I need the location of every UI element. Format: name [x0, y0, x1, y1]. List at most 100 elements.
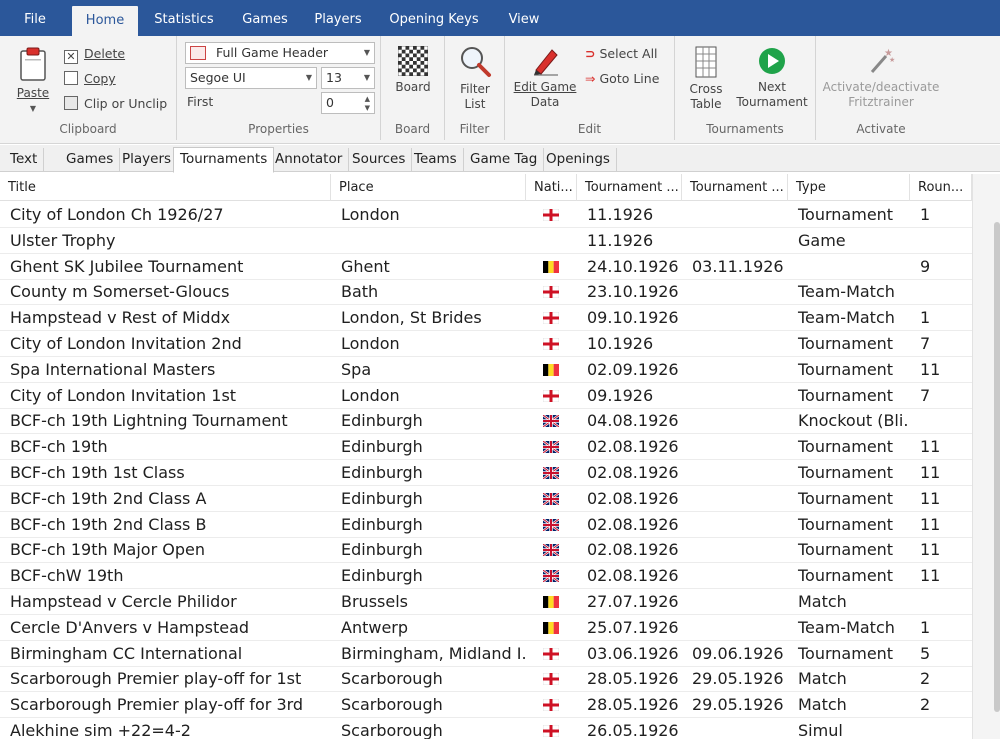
cell-tournament-start: 09.10.1926 — [587, 308, 679, 328]
tab-home[interactable]: Home — [72, 6, 138, 36]
cell-title: Spa International Masters — [10, 359, 216, 379]
cell-rounds: 11 — [920, 488, 941, 508]
table-row[interactable]: Spa International Masters Spa 02.09.1926 To… — [0, 357, 972, 383]
column-title[interactable]: Title — [0, 174, 331, 201]
font-select[interactable]: Segoe UI ▼ — [185, 67, 317, 89]
table-row[interactable]: Hampstead v Cercle Philidor Brussels 27.07… — [0, 589, 972, 615]
filter-list-button[interactable]: Filter List — [447, 44, 503, 112]
cell-title: BCF-chW 19th — [10, 566, 124, 586]
clip-button[interactable]: Clip or Unclip — [64, 94, 167, 114]
table-row[interactable]: BCF-ch 19th 2nd Class A Edinburgh 02.08.19… — [0, 486, 972, 512]
cell-rounds: 2 — [920, 669, 931, 689]
tab-tournaments[interactable]: Tournaments — [173, 147, 275, 173]
tab-games-list[interactable]: Games — [60, 148, 121, 172]
tab-openings[interactable]: Openings — [540, 148, 617, 172]
cell-tournament-end — [682, 718, 788, 739]
tab-game-tag[interactable]: Game Tag — [464, 148, 545, 172]
cell-type: Tournament — [798, 385, 894, 405]
cell-place — [331, 228, 526, 253]
tab-text[interactable]: Text — [4, 148, 45, 172]
cell-title: BCF-ch 19th 2nd Class A — [10, 488, 207, 508]
edit-game-data-button[interactable]: Edit Game Data — [511, 46, 579, 110]
table-row[interactable]: Ulster Trophy 11.1926 Game — [0, 228, 972, 254]
cell-title: Scarborough Premier play-off for 1st — [10, 669, 302, 689]
table-row[interactable]: Scarborough Premier play-off for 3rd Scar… — [0, 692, 972, 719]
column-tournament-start[interactable]: Tournament ... — [577, 174, 682, 201]
cell-place: Edinburgh — [341, 540, 423, 560]
tab-players-list[interactable]: Players — [116, 148, 179, 172]
table-row[interactable]: Scarborough Premier play-off for 1st Scar… — [0, 666, 972, 693]
paste-button[interactable]: Paste ▼ — [8, 46, 58, 116]
cell-type: Tournament — [798, 566, 894, 586]
table-row[interactable]: Cercle D'Anvers v Hampstead Antwerp 25.07.… — [0, 615, 972, 641]
first-stepper[interactable]: 0 ▲ ▼ — [321, 92, 375, 114]
cell-nation — [526, 486, 577, 511]
play-next-icon — [759, 48, 785, 74]
clip-label: Clip or Unclip — [84, 96, 168, 111]
tab-file[interactable]: File — [0, 0, 70, 36]
cell-type: Tournament — [798, 643, 894, 663]
chessboard-icon — [398, 46, 428, 76]
cell-title: Alekhine sim +22=4-2 — [10, 721, 191, 739]
table-row[interactable]: BCF-chW 19th Edinburgh 02.08.1926 Tournamen… — [0, 563, 972, 590]
cell-title: Hampstead v Rest of Middx — [10, 308, 231, 328]
cell-nation — [526, 615, 577, 640]
delete-button[interactable]: ✕ Delete — [64, 44, 125, 64]
cross-table-button[interactable]: Cross Table — [679, 46, 733, 112]
tab-view[interactable]: View — [502, 0, 546, 36]
cell-title: BCF-ch 19th 2nd Class B — [10, 514, 207, 534]
table-row[interactable]: City of London Ch 1926/27 London 11.1926 To… — [0, 202, 972, 228]
goto-line-icon: ⇒ — [585, 71, 596, 86]
table-row[interactable]: Hampstead v Rest of Middx London, St Brid… — [0, 305, 972, 332]
select-all-button[interactable]: ⊃ Select All — [585, 44, 658, 64]
cell-rounds — [910, 279, 972, 304]
table-row[interactable]: Birmingham CC International Birmingham, M… — [0, 641, 972, 667]
cell-nation — [526, 563, 577, 588]
clip-icon — [64, 96, 78, 110]
tab-players[interactable]: Players — [307, 0, 369, 36]
uk-flag-icon — [543, 415, 559, 428]
activate-label-2: Fritztrainer — [848, 95, 914, 109]
table-row[interactable]: City of London Invitation 1st London 09.19… — [0, 383, 972, 409]
tab-opening-keys[interactable]: Opening Keys — [385, 0, 483, 36]
tab-teams[interactable]: Teams — [408, 148, 464, 172]
cell-tournament-end — [682, 408, 788, 433]
copy-button[interactable]: Copy — [64, 69, 116, 89]
size-select[interactable]: 13 ▼ — [321, 67, 375, 89]
cell-nation — [526, 305, 577, 330]
header-select-value: Full Game Header — [216, 45, 329, 60]
filter-group-label: Filter — [459, 122, 490, 136]
cell-tournament-start: 25.07.1926 — [587, 617, 679, 637]
header-select[interactable]: Full Game Header ▼ — [185, 42, 375, 64]
table-row[interactable]: Ghent SK Jubilee Tournament Ghent 24.10.19… — [0, 254, 972, 280]
cell-type: Match — [798, 669, 847, 689]
table-row[interactable]: County m Somerset-Gloucs Bath 23.10.1926 Te… — [0, 279, 972, 306]
column-nation[interactable]: Nati... — [526, 174, 577, 201]
table-row[interactable]: BCF-ch 19th Major Open Edinburgh 02.08.192… — [0, 537, 972, 564]
table-row[interactable]: Alekhine sim +22=4-2 Scarborough 26.05.192… — [0, 718, 972, 739]
board-button[interactable]: Board — [385, 46, 441, 95]
tab-statistics[interactable]: Statistics — [146, 0, 222, 36]
activate-group: ★ ★ Activate/deactivate Fritztrainer Act… — [816, 36, 946, 140]
column-tournament-end[interactable]: Tournament ... — [682, 174, 788, 201]
tab-games[interactable]: Games — [236, 0, 294, 36]
table-row[interactable]: BCF-ch 19th Lightning Tournament Edinburg… — [0, 408, 972, 435]
next-tournament-button[interactable]: Next Tournament — [731, 46, 813, 110]
england-flag-icon — [543, 209, 559, 221]
table-row[interactable]: BCF-ch 19th 2nd Class B Edinburgh 02.08.19… — [0, 512, 972, 538]
scrollbar-thumb[interactable] — [994, 222, 1000, 712]
cell-nation — [526, 692, 577, 717]
activate-fritztrainer-button[interactable]: ★ ★ Activate/deactivate Fritztrainer — [816, 46, 946, 110]
table-row[interactable]: BCF-ch 19th Edinburgh 02.08.1926 Tournament… — [0, 434, 972, 461]
cell-nation — [526, 641, 577, 666]
table-row[interactable]: BCF-ch 19th 1st Class Edinburgh 02.08.1926… — [0, 460, 972, 486]
tab-annotator[interactable]: Annotator — [269, 148, 350, 172]
goto-line-button[interactable]: ⇒ Goto Line — [585, 69, 659, 89]
cell-tournament-start: 11.1926 — [587, 230, 654, 250]
column-place[interactable]: Place — [331, 174, 526, 201]
table-row[interactable]: City of London Invitation 2nd London 10.19… — [0, 331, 972, 357]
vertical-scrollbar[interactable] — [972, 174, 1000, 739]
tab-sources[interactable]: Sources — [346, 148, 413, 172]
column-rounds[interactable]: Roun... — [910, 174, 972, 201]
column-type[interactable]: Type — [788, 174, 910, 201]
